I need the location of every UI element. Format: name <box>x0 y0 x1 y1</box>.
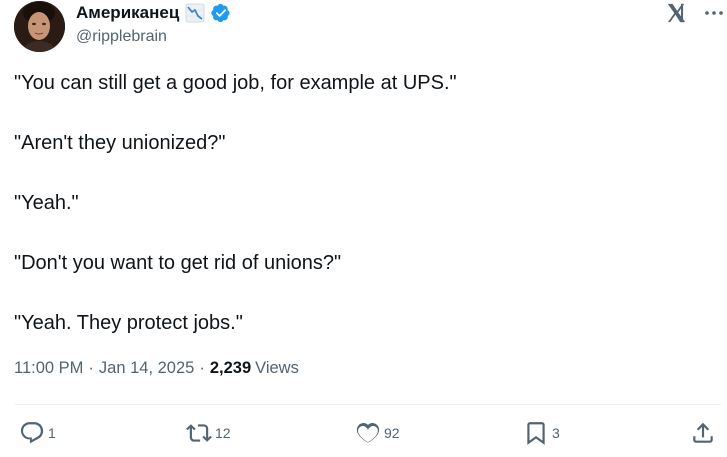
reply-icon <box>19 420 45 446</box>
repost-icon <box>186 420 212 446</box>
tweet-text: "You can still get a good job, for examp… <box>14 68 704 338</box>
tweet-paragraph: "Yeah." <box>14 192 79 214</box>
tweet-paragraph: "Aren't they unionized?" <box>14 132 226 154</box>
more-options-button[interactable] <box>701 0 727 26</box>
share-icon <box>690 420 716 446</box>
meta-separator: · <box>199 359 205 377</box>
bookmark-button[interactable]: 3 <box>523 418 560 448</box>
views-label: Views <box>255 359 299 377</box>
verified-badge-icon <box>211 3 231 23</box>
bookmark-icon <box>523 420 549 446</box>
avatar[interactable] <box>14 1 65 52</box>
tweet-paragraph: "You can still get a good job, for examp… <box>14 72 457 94</box>
reply-count: 1 <box>48 425 56 441</box>
tweet-paragraph: "Yeah. They protect jobs." <box>14 312 243 334</box>
tweet-time[interactable]: 11:00 PM <box>14 359 83 378</box>
author-name-row: Американец <box>76 2 231 24</box>
x-logo-icon[interactable] <box>665 2 687 24</box>
display-name[interactable]: Американец <box>76 3 179 23</box>
meta-separator: · <box>88 359 94 377</box>
bookmark-count: 3 <box>552 425 560 441</box>
reply-button[interactable]: 1 <box>19 418 56 448</box>
divider <box>14 404 722 405</box>
author-handle[interactable]: @ripplebrain <box>76 28 167 46</box>
tweet-card: Американец @ripplebrain "You can still g… <box>0 0 727 457</box>
repost-button[interactable]: 12 <box>186 418 231 448</box>
like-count: 92 <box>384 425 400 441</box>
repost-count: 12 <box>215 425 231 441</box>
chart-decreasing-icon <box>185 3 205 23</box>
tweet-meta: 11:00 PM · Jan 14, 2025 · 2,239 Views <box>14 359 299 378</box>
heart-icon <box>355 420 381 446</box>
like-button[interactable]: 92 <box>355 418 400 448</box>
share-button[interactable] <box>690 418 716 448</box>
tweet-date[interactable]: Jan 14, 2025 <box>99 359 194 378</box>
views-count: 2,239 <box>209 359 252 377</box>
tweet-paragraph: "Don't you want to get rid of unions?" <box>14 252 342 274</box>
